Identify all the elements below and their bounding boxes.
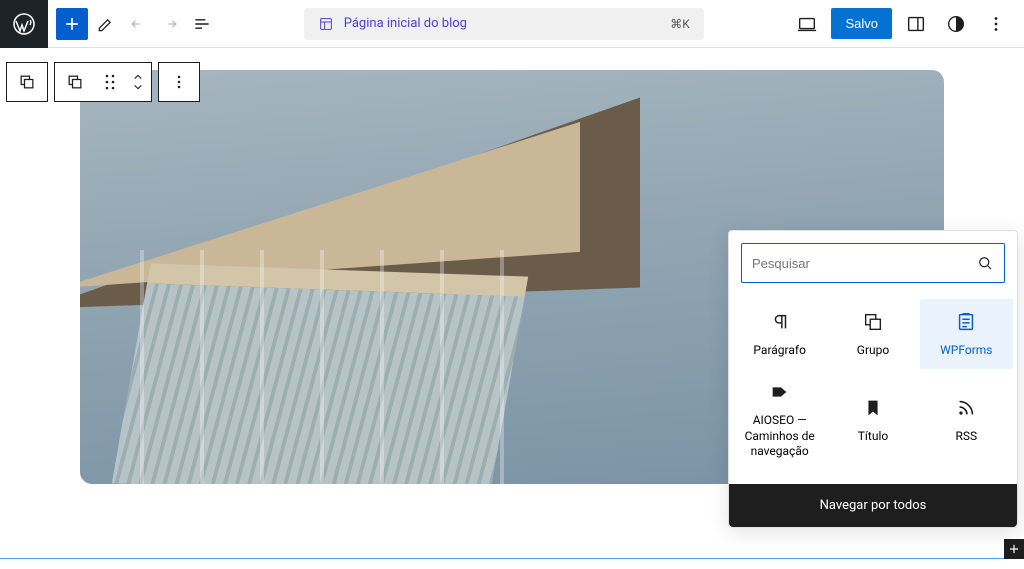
browse-all-button[interactable]: Navegar por todos bbox=[729, 484, 1017, 527]
group-icon bbox=[65, 72, 85, 92]
undo-button[interactable] bbox=[124, 10, 152, 38]
search-icon bbox=[976, 254, 994, 272]
document-overview-button[interactable] bbox=[188, 10, 216, 38]
block-item-label: Título bbox=[858, 429, 888, 443]
decorative-shape bbox=[140, 250, 560, 484]
inserter-results: Parágrafo Grupo WPForms AIOSEO — Caminho… bbox=[729, 295, 1017, 484]
block-parent-button-group bbox=[6, 62, 48, 102]
view-button[interactable] bbox=[791, 8, 823, 40]
rss-icon bbox=[955, 397, 977, 419]
save-button[interactable]: Salvo bbox=[831, 8, 892, 39]
redo-button[interactable] bbox=[156, 10, 184, 38]
drag-handle[interactable] bbox=[95, 73, 125, 91]
block-item-aioseo-breadcrumbs[interactable]: AIOSEO — Caminhos de navegação bbox=[733, 369, 826, 472]
paragraph-icon bbox=[769, 311, 791, 333]
select-parent-button[interactable] bbox=[7, 62, 47, 102]
group-icon bbox=[17, 72, 37, 92]
block-item-paragraph[interactable]: Parágrafo bbox=[733, 299, 826, 369]
contrast-icon bbox=[945, 13, 967, 35]
block-item-heading[interactable]: Título bbox=[826, 369, 919, 472]
document-title-bar[interactable]: Página inicial do blog ⌘K bbox=[304, 8, 704, 40]
form-icon bbox=[955, 311, 977, 333]
block-controls-group bbox=[54, 62, 152, 102]
more-vertical-icon bbox=[169, 72, 189, 92]
toolbar-left bbox=[56, 8, 216, 40]
block-item-label: WPForms bbox=[940, 343, 992, 357]
template-icon bbox=[318, 16, 334, 32]
undo-icon bbox=[128, 14, 148, 34]
edit-mode-button[interactable] bbox=[92, 10, 120, 38]
pencil-icon bbox=[96, 14, 116, 34]
redo-icon bbox=[160, 14, 180, 34]
bookmark-icon bbox=[862, 397, 884, 419]
list-icon bbox=[192, 14, 212, 34]
options-button[interactable] bbox=[980, 8, 1012, 40]
inserter-search-box[interactable] bbox=[741, 243, 1005, 283]
command-shortcut: ⌘K bbox=[670, 17, 690, 31]
drag-icon bbox=[103, 73, 117, 91]
block-type-button[interactable] bbox=[55, 62, 95, 102]
device-icon bbox=[796, 13, 818, 35]
block-inserter-button[interactable] bbox=[56, 8, 88, 40]
tag-icon bbox=[769, 381, 791, 403]
block-item-rss[interactable]: RSS bbox=[920, 369, 1013, 472]
quick-inserter-popover: Parágrafo Grupo WPForms AIOSEO — Caminho… bbox=[728, 230, 1018, 528]
wordpress-logo[interactable] bbox=[0, 0, 48, 48]
plus-icon bbox=[62, 14, 82, 34]
block-item-wpforms[interactable]: WPForms bbox=[920, 299, 1013, 369]
block-options-button[interactable] bbox=[159, 62, 199, 102]
block-item-label: Parágrafo bbox=[753, 343, 806, 357]
wordpress-icon bbox=[12, 12, 36, 36]
more-vertical-icon bbox=[985, 13, 1007, 35]
group-icon bbox=[862, 311, 884, 333]
toolbar-center: Página inicial do blog ⌘K bbox=[216, 8, 791, 40]
append-block-button[interactable] bbox=[1004, 539, 1024, 559]
block-toolbar bbox=[6, 62, 200, 102]
settings-sidebar-button[interactable] bbox=[900, 8, 932, 40]
editor-topbar: Página inicial do blog ⌘K Salvo bbox=[0, 0, 1024, 48]
block-more-group bbox=[158, 62, 200, 102]
block-item-label: AIOSEO — Caminhos de navegação bbox=[737, 413, 822, 460]
block-item-label: RSS bbox=[956, 429, 978, 443]
styles-button[interactable] bbox=[940, 8, 972, 40]
toolbar-right: Salvo bbox=[791, 8, 1012, 40]
move-buttons[interactable] bbox=[125, 62, 151, 102]
move-up-down-icon bbox=[128, 72, 148, 92]
search-input[interactable] bbox=[752, 256, 976, 271]
insertion-indicator bbox=[0, 558, 1024, 559]
block-item-label: Grupo bbox=[857, 343, 889, 357]
document-title-text: Página inicial do blog bbox=[344, 16, 467, 31]
block-item-group[interactable]: Grupo bbox=[826, 299, 919, 369]
plus-icon bbox=[1007, 542, 1021, 556]
sidebar-icon bbox=[905, 13, 927, 35]
